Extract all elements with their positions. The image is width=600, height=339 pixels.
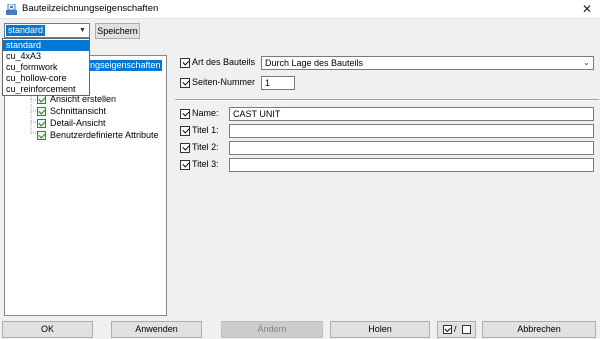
preset-option-cu-formwork[interactable]: cu_formwork (3, 62, 89, 73)
check-off-icon (462, 325, 471, 334)
divider-highlight (175, 100, 599, 101)
art-des-bauteils-checkbox[interactable] (180, 58, 190, 68)
art-des-bauteils-select[interactable]: Durch Lage des Bauteils ⌄ (261, 56, 594, 70)
check-on-icon (443, 325, 452, 334)
preset-option-cu-reinforcement[interactable]: cu_reinforcement (3, 84, 89, 95)
get-button[interactable]: Holen (330, 321, 430, 338)
titel3-checkbox[interactable] (180, 160, 190, 170)
titel2-checkbox[interactable] (180, 143, 190, 153)
name-input[interactable]: CAST UNIT (229, 107, 594, 121)
name-checkbox[interactable] (180, 109, 190, 119)
tree-item-benutzerdefinierte-attribute[interactable]: Benutzerdefinierte Attribute (50, 130, 159, 141)
toggle-all-button[interactable]: / (437, 321, 476, 338)
drawing-app-icon (6, 4, 17, 15)
titel3-input[interactable] (229, 158, 594, 172)
preset-option-cu-hollow-core[interactable]: cu_hollow-core (3, 73, 89, 84)
tree-item-detail-ansicht[interactable]: Detail-Ansicht (50, 118, 106, 129)
preset-dropdown-list[interactable]: standard cu_4xA3 cu_formwork cu_hollow-c… (2, 38, 90, 96)
window-title: Bauteilzeichnungseigenschaften (22, 3, 159, 14)
save-button[interactable]: Speichern (95, 23, 140, 39)
preset-combobox[interactable]: standard ▼ (4, 23, 90, 38)
tree-check-icon (37, 107, 46, 116)
art-des-bauteils-value: Durch Lage des Bauteils (265, 58, 364, 68)
toggle-separator: / (454, 324, 457, 334)
preset-combobox-value: standard (6, 25, 46, 36)
ok-button[interactable]: OK (2, 321, 93, 338)
titel3-label: Titel 3: (192, 159, 219, 169)
seiten-nummer-checkbox[interactable] (180, 78, 190, 88)
preset-option-cu-4xa3[interactable]: cu_4xA3 (3, 51, 89, 62)
cancel-button[interactable]: Abbrechen (482, 321, 596, 338)
apply-button[interactable]: Anwenden (111, 321, 202, 338)
titel1-checkbox[interactable] (180, 126, 190, 136)
seiten-nummer-input[interactable]: 1 (261, 76, 295, 90)
titel1-input[interactable] (229, 124, 594, 138)
tree-check-icon (37, 119, 46, 128)
name-label: Name: (192, 108, 219, 118)
art-des-bauteils-label: Art des Bauteils (192, 57, 256, 67)
tree-check-icon (37, 131, 46, 140)
tree-item-schnittansicht[interactable]: Schnittansicht (50, 106, 106, 117)
close-icon[interactable]: ✕ (578, 1, 596, 17)
preset-option-standard[interactable]: standard (3, 40, 89, 51)
seiten-nummer-label: Seiten-Nummer (192, 77, 256, 87)
titel2-input[interactable] (229, 141, 594, 155)
titel2-label: Titel 2: (192, 142, 219, 152)
modify-button[interactable]: Ändern (221, 321, 323, 338)
tree-root-item[interactable]: ngseigenschaften (89, 60, 162, 71)
chevron-down-icon[interactable]: ⌄ (581, 57, 592, 69)
chevron-down-icon[interactable]: ▼ (76, 24, 89, 37)
tree-check-icon (37, 95, 46, 104)
titel1-label: Titel 1: (192, 125, 219, 135)
